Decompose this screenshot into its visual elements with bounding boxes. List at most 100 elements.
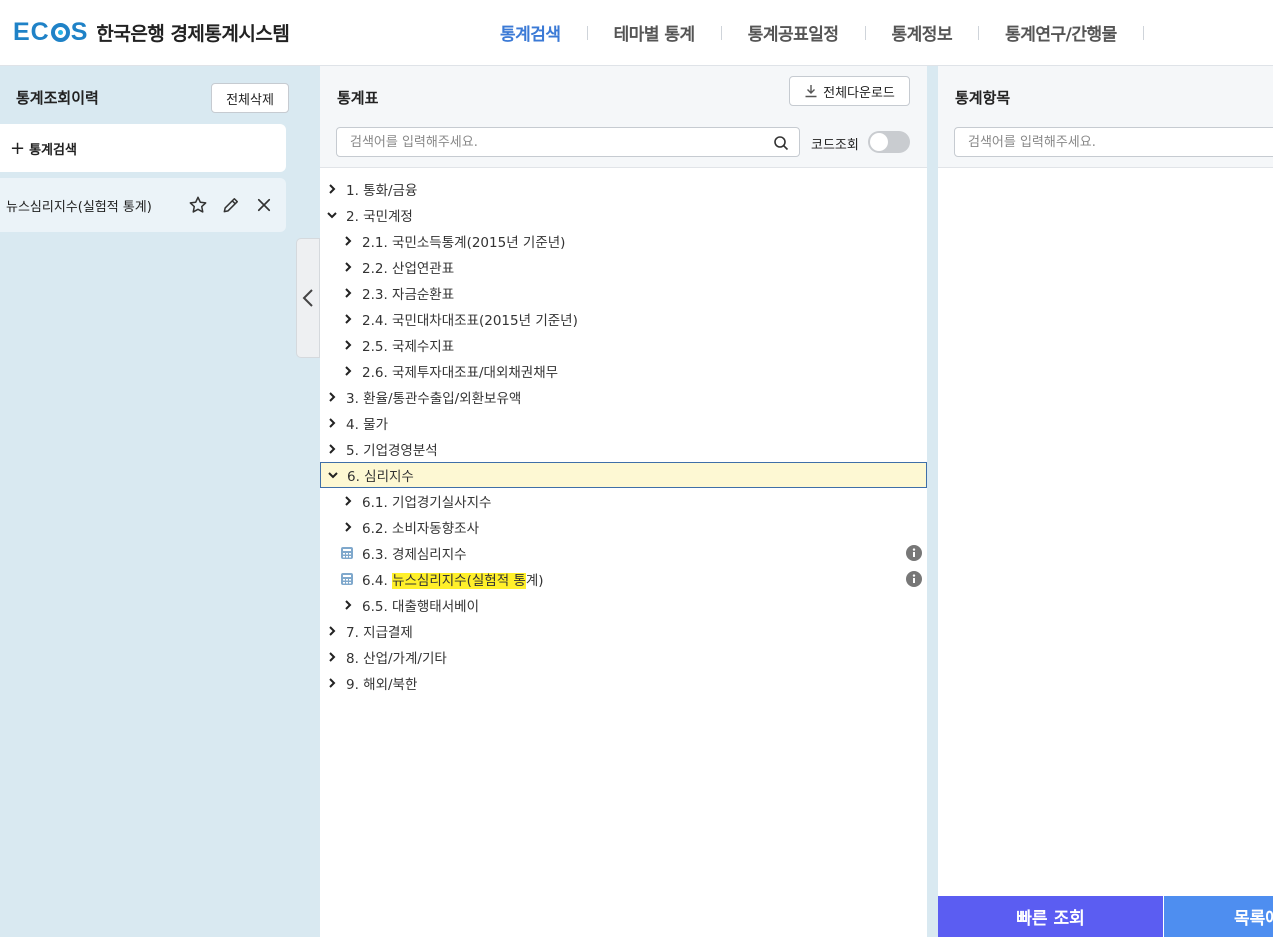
site-title: 한국은행 경제통계시스템 [96,23,290,45]
tree-node[interactable]: 6.4. 뉴스심리지수(실험적 통계) [320,566,927,592]
chevron-right-icon[interactable] [324,183,340,195]
tree-node-label[interactable]: 2.6. 국제투자대조표/대외채권채무 [362,361,558,381]
quick-query-button[interactable]: 빠른 조회 [938,896,1163,937]
history-item-label[interactable]: 뉴스심리지수(실험적 통계) [6,196,187,215]
download-all-button[interactable]: 전체다운로드 [789,76,910,106]
stat-items-search-input[interactable] [955,128,1273,156]
code-lookup-label: 코드조회 [811,138,859,153]
chevron-right-icon[interactable] [324,443,340,455]
chevron-right-icon[interactable] [324,625,340,637]
nav-stat-search[interactable]: 통계검색 [500,20,561,45]
tree-node-label[interactable]: 9. 해외/북한 [346,673,417,693]
download-all-label: 전체다운로드 [823,85,895,101]
info-icon[interactable] [906,571,922,591]
tree-node[interactable]: 1. 통화/금융 [320,176,927,202]
tree-node[interactable]: 2.2. 산업연관표 [320,254,927,280]
clear-all-button[interactable]: 전체삭제 [211,83,289,113]
nav-divider [720,25,722,40]
tree-node[interactable]: 2.6. 국제투자대조표/대외채권채무 [320,358,927,384]
chevron-right-icon[interactable] [340,235,356,247]
tree-node[interactable]: 9. 해외/북한 [320,670,927,696]
stat-items-search-row [938,118,1273,168]
chevron-right-icon[interactable] [340,495,356,507]
nav-stat-info[interactable]: 통계정보 [892,20,953,45]
chevron-right-icon[interactable] [340,313,356,325]
ecos-logo[interactable]: EC S 한국은행 경제통계시스템 [13,18,290,47]
edit-pencil-icon[interactable] [220,194,242,216]
nav-divider [978,25,980,40]
chevron-right-icon[interactable] [324,651,340,663]
table-calc-icon [340,572,356,586]
tree-node[interactable]: 4. 물가 [320,410,927,436]
code-lookup-toggle[interactable] [868,131,910,153]
stat-table-search [336,127,800,157]
list-button[interactable]: 목록에 [1164,896,1273,937]
tree-node[interactable]: 2.1. 국민소득통계(2015년 기준년) [320,228,927,254]
tree-node[interactable]: 2.5. 국제수지표 [320,332,927,358]
tree-node-label[interactable]: 2.1. 국민소득통계(2015년 기준년) [362,231,565,251]
info-icon[interactable] [906,545,922,565]
tree-node-label[interactable]: 3. 환율/통관수출입/외환보유액 [346,387,521,407]
chevron-down-icon[interactable] [324,209,340,221]
plus-icon: + [10,137,26,159]
tree-node[interactable]: 6.1. 기업경기실사지수 [320,488,927,514]
tree-node-label[interactable]: 6.3. 경제심리지수 [362,543,467,563]
star-icon[interactable] [187,194,209,216]
tree-node[interactable]: 3. 환율/통관수출입/외환보유액 [320,384,927,410]
chevron-right-icon[interactable] [340,261,356,273]
tree-node[interactable]: 5. 기업경영분석 [320,436,927,462]
tree-node-label[interactable]: 6.4. 뉴스심리지수(실험적 통계) [362,569,544,589]
chevron-right-icon[interactable] [340,365,356,377]
tree-node-label[interactable]: 6.5. 대출행태서베이 [362,595,479,615]
chevron-right-icon[interactable] [324,417,340,429]
nav-research-publications[interactable]: 통계연구/간행물 [1005,20,1117,45]
new-search-label: 통계검색 [29,142,77,158]
chevron-right-icon[interactable] [324,391,340,403]
stat-items-title: 통계항목 [955,89,1011,107]
tree-node-label[interactable]: 6. 심리지수 [347,465,414,485]
tree-node[interactable]: 6.2. 소비자동향조사 [320,514,927,540]
tree-node-label[interactable]: 6.1. 기업경기실사지수 [362,491,491,511]
tree-node-label[interactable]: 2.3. 자금순환표 [362,283,454,303]
search-icon[interactable] [773,135,789,155]
stat-table-title: 통계표 [337,89,379,107]
tree-node-label[interactable]: 6.2. 소비자동향조사 [362,517,479,537]
download-icon [805,85,817,98]
tree-node[interactable]: 2.3. 자금순환표 [320,280,927,306]
collapse-panel-button[interactable] [296,238,320,358]
tree-node[interactable]: 2. 국민계정 [320,202,927,228]
tree-node-label[interactable]: 5. 기업경영분석 [346,439,438,459]
history-title: 통계조회이력 [16,89,99,107]
nav-release-schedule[interactable]: 통계공표일정 [748,20,839,45]
tree-node-label[interactable]: 2. 국민계정 [346,205,413,225]
close-icon[interactable] [253,194,275,216]
tree-node-label[interactable]: 8. 산업/가계/기타 [346,647,447,667]
tree-node[interactable]: 8. 산업/가계/기타 [320,644,927,670]
tree-node-label[interactable]: 7. 지급결제 [346,621,413,641]
ecos-logo-mark: EC S [13,18,89,46]
chevron-right-icon[interactable] [324,677,340,689]
tree-node[interactable]: 6.5. 대출행태서베이 [320,592,927,618]
history-item[interactable]: 뉴스심리지수(실험적 통계) [0,178,286,232]
nav-theme-stats[interactable]: 테마별 통계 [614,20,696,45]
chevron-down-icon[interactable] [325,469,341,481]
tree-node-label[interactable]: 2.4. 국민대차대조표(2015년 기준년) [362,309,578,329]
tree-node[interactable]: 2.4. 국민대차대조표(2015년 기준년) [320,306,927,332]
panel-divider [927,66,938,937]
stat-table-search-input[interactable] [337,128,757,156]
chevron-right-icon[interactable] [340,339,356,351]
tree-node-label[interactable]: 2.5. 국제수지표 [362,335,454,355]
tree-node[interactable]: 6.3. 경제심리지수 [320,540,927,566]
new-search-button[interactable]: + 통계검색 [0,124,286,172]
tree-node-label[interactable]: 2.2. 산업연관표 [362,257,454,277]
chevron-right-icon[interactable] [340,599,356,611]
chevron-right-icon[interactable] [340,521,356,533]
tree-node-label[interactable]: 4. 물가 [346,413,388,433]
main-nav: 통계검색 테마별 통계 통계공표일정 통계정보 통계연구/간행물 [500,20,1170,45]
tree-node[interactable]: 6. 심리지수 [320,462,927,488]
tree-node-label-prefix: 6.4. [362,573,393,589]
chevron-right-icon[interactable] [340,287,356,299]
tree-node-label[interactable]: 1. 통화/금융 [346,179,417,199]
tree-node[interactable]: 7. 지급결제 [320,618,927,644]
stat-items-header: 통계항목 [938,66,1273,118]
